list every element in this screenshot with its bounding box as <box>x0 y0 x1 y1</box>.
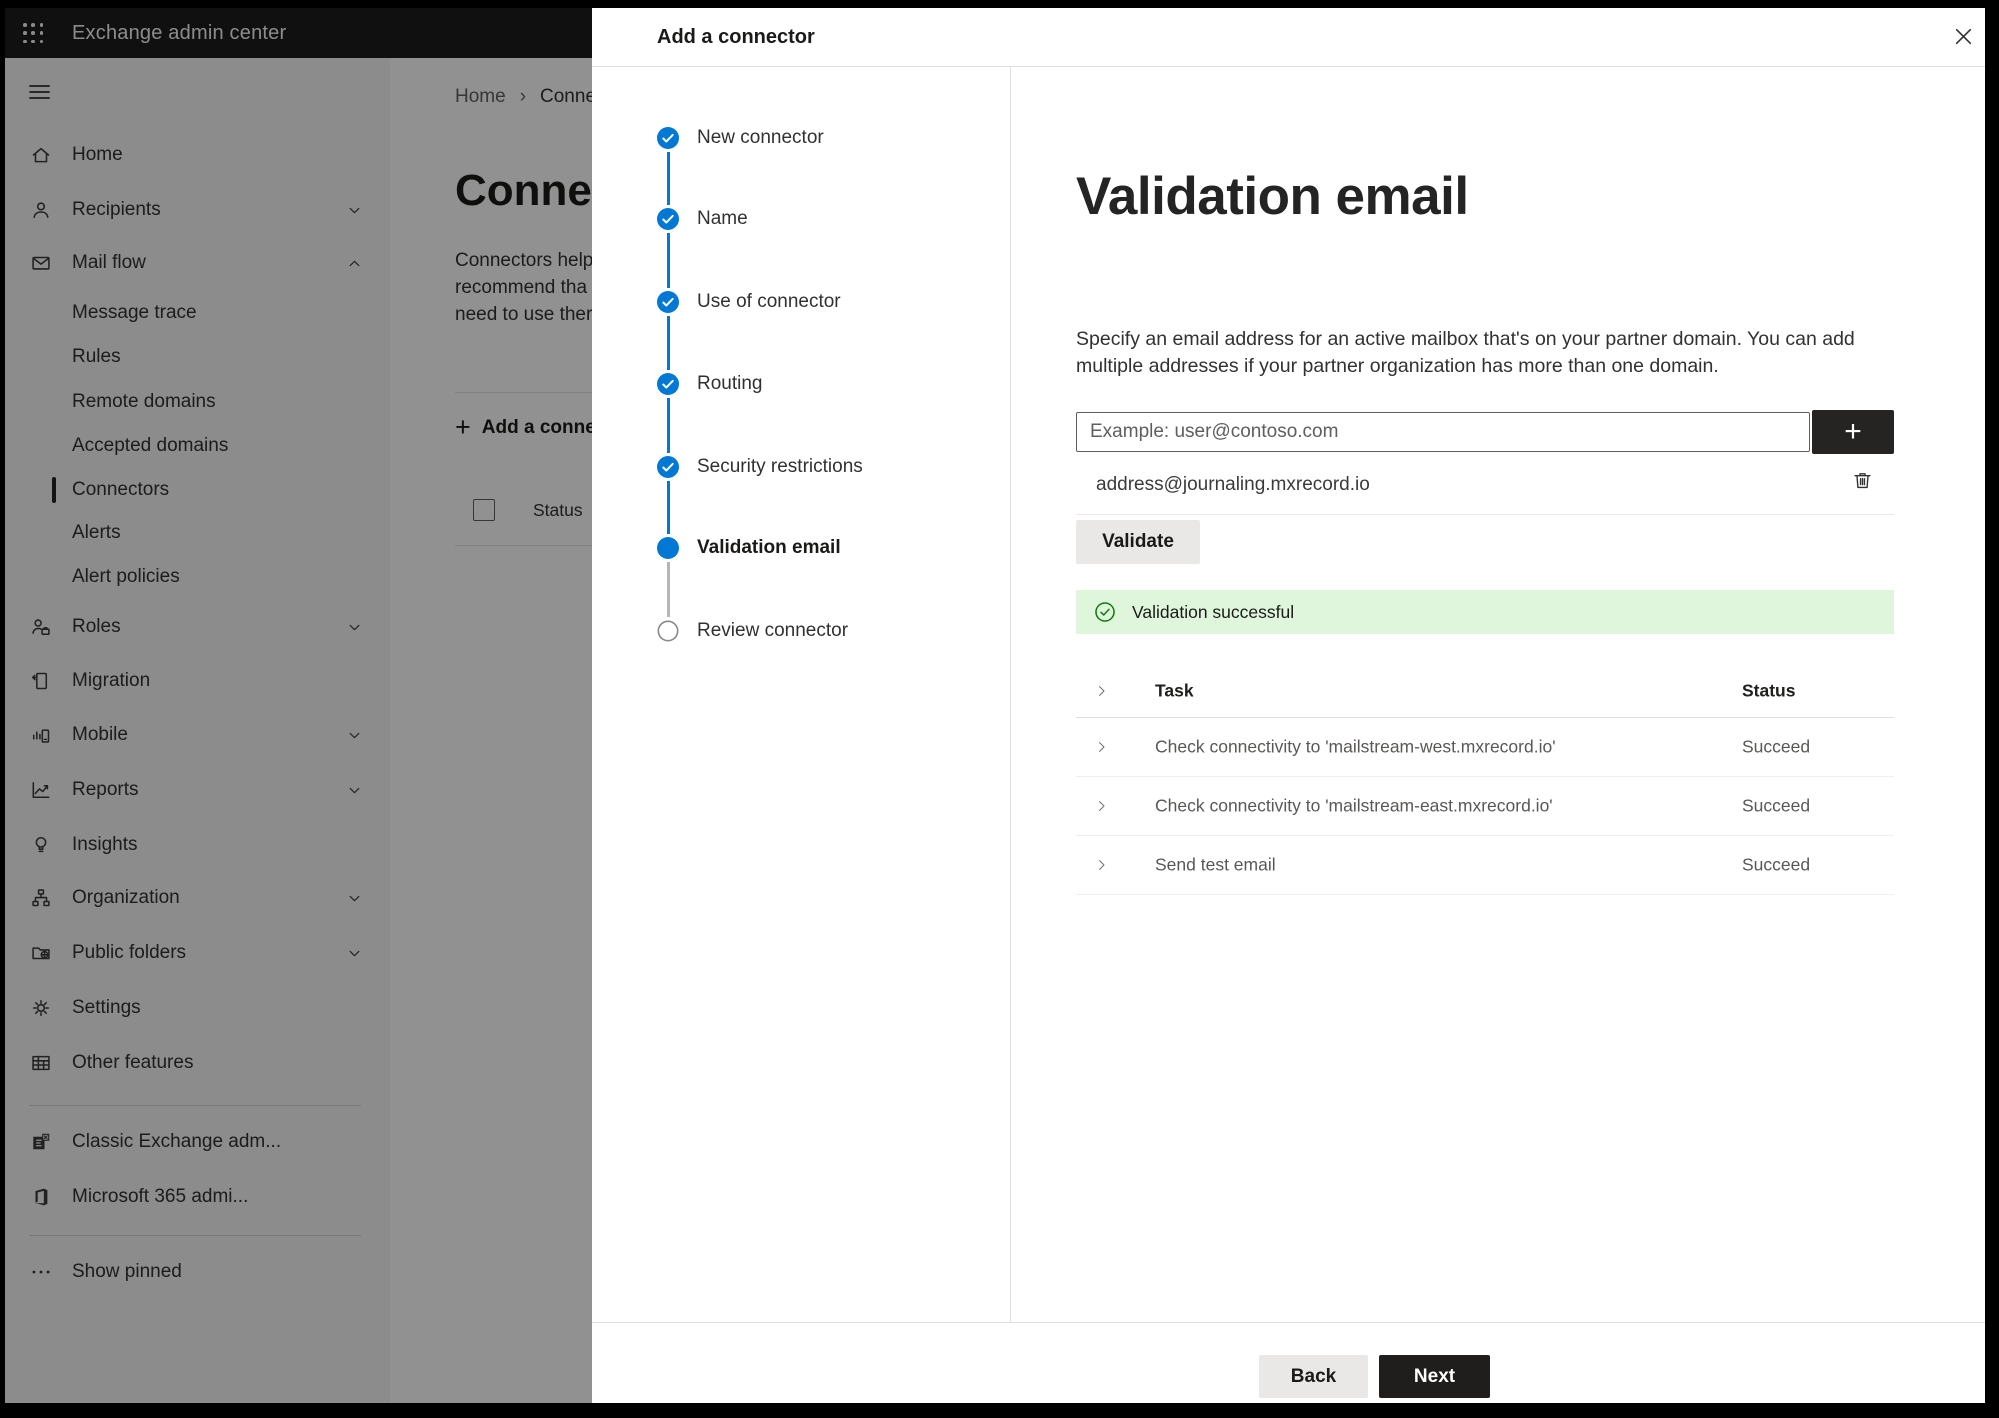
next-button[interactable]: Next <box>1379 1355 1490 1398</box>
step-label-security-restrictions[interactable]: Security restrictions <box>697 455 863 479</box>
chevron-right-icon[interactable] <box>1094 683 1110 699</box>
step-connector-line <box>667 481 670 534</box>
step-upcoming-icon[interactable] <box>657 620 679 642</box>
step-connector-line <box>667 562 670 617</box>
add-connector-dialog: Add a connector New connector Name Use of … <box>592 8 1985 1403</box>
task-cell: Send test email <box>1155 854 1276 875</box>
chevron-right-icon[interactable] <box>1094 857 1110 873</box>
divider <box>592 1322 1985 1323</box>
step-connector-line <box>667 152 670 205</box>
task-table: Task Status Check connectivity to 'mails… <box>1076 664 1894 895</box>
task-table-row: Send test email Succeed <box>1076 836 1894 895</box>
task-cell: Check connectivity to 'mailstream-east.m… <box>1155 795 1553 816</box>
divider <box>592 66 1985 67</box>
step-label-name[interactable]: Name <box>697 207 748 231</box>
step-complete-icon[interactable] <box>657 291 679 313</box>
check-circle-icon <box>1094 601 1116 623</box>
step-connector-line <box>667 316 670 370</box>
step-label-validation-email[interactable]: Validation email <box>697 536 841 560</box>
step-connector-line <box>667 398 670 453</box>
step-label-routing[interactable]: Routing <box>697 372 763 396</box>
step-complete-icon[interactable] <box>657 373 679 395</box>
step-complete-icon[interactable] <box>657 208 679 230</box>
banner-text: Validation successful <box>1132 601 1295 622</box>
step-description: Specify an email address for an active m… <box>1076 328 1855 377</box>
divider <box>1076 514 1894 515</box>
added-address: address@journaling.mxrecord.io <box>1096 474 1370 495</box>
step-page-title: Validation email <box>1076 167 1469 226</box>
task-table-row: Check connectivity to 'mailstream-west.m… <box>1076 718 1894 777</box>
status-cell: Status <box>1742 680 1796 700</box>
chevron-right-icon[interactable] <box>1094 798 1110 814</box>
task-cell: Task <box>1155 680 1194 700</box>
step-label-use-of-connector[interactable]: Use of connector <box>697 290 841 314</box>
add-address-button[interactable]: + <box>1812 410 1894 454</box>
status-cell: Succeed <box>1742 854 1811 875</box>
validation-success-banner: Validation successful <box>1076 590 1894 634</box>
screen: Exchange admin center Home Recipients Mail… <box>5 8 1985 1403</box>
step-complete-icon[interactable] <box>657 456 679 478</box>
step-label-review-connector[interactable]: Review connector <box>697 619 848 643</box>
step-connector-line <box>667 233 670 288</box>
task-cell: Check connectivity to 'mailstream-west.m… <box>1155 736 1556 757</box>
validate-button[interactable]: Validate <box>1076 520 1200 564</box>
step-current-icon[interactable] <box>657 537 679 559</box>
divider <box>1010 67 1011 1322</box>
status-cell: Succeed <box>1742 736 1811 757</box>
trash-icon[interactable] <box>1848 466 1876 494</box>
status-cell: Succeed <box>1742 795 1811 816</box>
step-complete-icon[interactable] <box>657 127 679 149</box>
step-label-new-connector[interactable]: New connector <box>697 126 824 150</box>
chevron-right-icon[interactable] <box>1094 739 1110 755</box>
dialog-title: Add a connector <box>657 26 815 48</box>
email-address-input[interactable] <box>1076 412 1810 452</box>
close-icon[interactable] <box>1948 21 1978 51</box>
task-table-header-row: Task Status <box>1076 664 1894 718</box>
task-table-row: Check connectivity to 'mailstream-east.m… <box>1076 777 1894 836</box>
back-button[interactable]: Back <box>1259 1355 1368 1398</box>
